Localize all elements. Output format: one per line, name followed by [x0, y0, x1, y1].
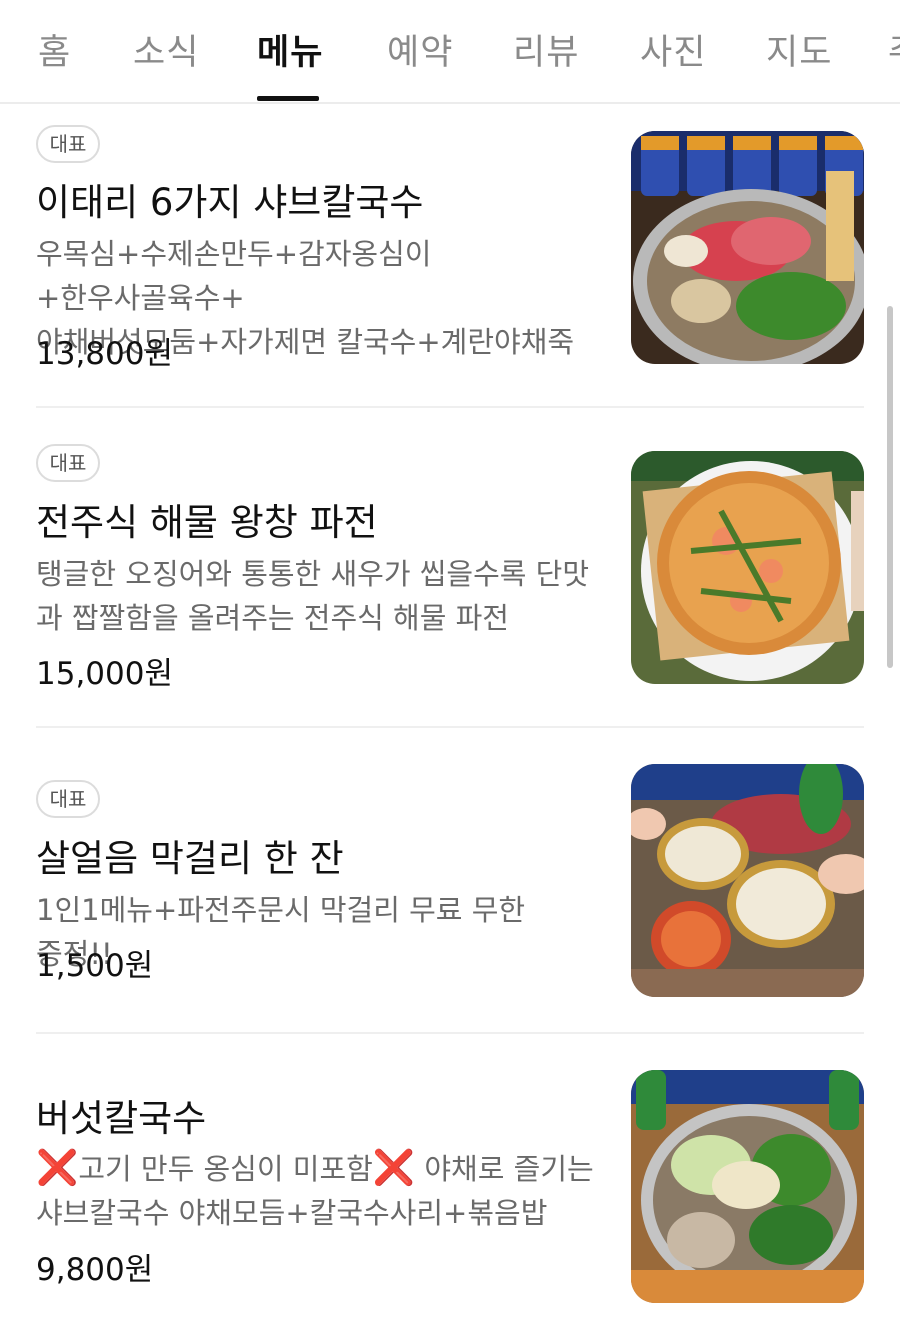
description-line: 탱글한 오징어와 통통한 새우가 씹을수록 단맛	[36, 557, 590, 591]
divider	[36, 406, 864, 408]
menu-item-price: 13,800원	[36, 336, 173, 372]
tab-menu[interactable]: 메뉴	[257, 24, 323, 75]
tab-bar: 홈 소식 메뉴 예약 리뷰 사진 지도 주	[0, 0, 900, 104]
description-line: 과 짭짤함을 올려주는 전주식 해물 파전	[36, 601, 509, 635]
menu-item-name: 살얼음 막걸리 한 잔	[36, 837, 344, 880]
menu-item-name: 버섯칼국수	[36, 1097, 207, 1140]
signature-badge: 대표	[36, 125, 100, 163]
signature-badge: 대표	[36, 444, 100, 482]
menu-item-description: 탱글한 오징어와 통통한 새우가 씹을수록 단맛 과 짭짤함을 올려주는 전주식…	[36, 552, 596, 640]
divider	[36, 1032, 864, 1034]
menu-item-name: 이태리 6가지 샤브칼국수	[36, 181, 424, 224]
description-line: 샤브칼국수 야채모듬+칼국수사리+볶음밥	[36, 1196, 548, 1230]
description-line: 우목심+수제손만두+감자옹심이+한우사골육수+	[36, 237, 432, 315]
description-line: ❌고기 만두 옹심이 미포함❌ 야채로 즐기는	[36, 1146, 596, 1191]
menu-item-price: 1,500원	[36, 948, 154, 984]
menu-item-photo[interactable]	[631, 131, 864, 364]
signature-badge: 대표	[36, 780, 100, 818]
tab-home[interactable]: 홈	[38, 24, 71, 75]
description-text: 고기 만두 옹심이 미포함	[78, 1152, 373, 1186]
cross-mark-icon: ❌	[36, 1148, 79, 1188]
tab-overflow[interactable]: 주	[888, 24, 900, 75]
tab-reviews[interactable]: 리뷰	[513, 24, 579, 75]
description-text: 야채로 즐기는	[415, 1152, 594, 1186]
menu-item-photo[interactable]	[631, 451, 864, 684]
menu-item-photo[interactable]	[631, 764, 864, 997]
tab-photos[interactable]: 사진	[640, 24, 706, 75]
tab-reservation[interactable]: 예약	[387, 24, 453, 75]
scrollbar[interactable]	[887, 306, 893, 668]
menu-item-price: 9,800원	[36, 1252, 154, 1288]
menu-item-photo[interactable]	[631, 1070, 864, 1303]
divider	[36, 726, 864, 728]
tab-news[interactable]: 소식	[133, 24, 199, 75]
tab-map[interactable]: 지도	[766, 24, 832, 75]
menu-item-name: 전주식 해물 왕창 파전	[36, 501, 378, 544]
cross-mark-icon: ❌	[372, 1148, 416, 1188]
menu-item-price: 15,000원	[36, 656, 173, 692]
menu-item-description: ❌고기 만두 옹심이 미포함❌ 야채로 즐기는 샤브칼국수 야채모듬+칼국수사리…	[36, 1146, 596, 1235]
active-tab-indicator	[257, 96, 319, 101]
